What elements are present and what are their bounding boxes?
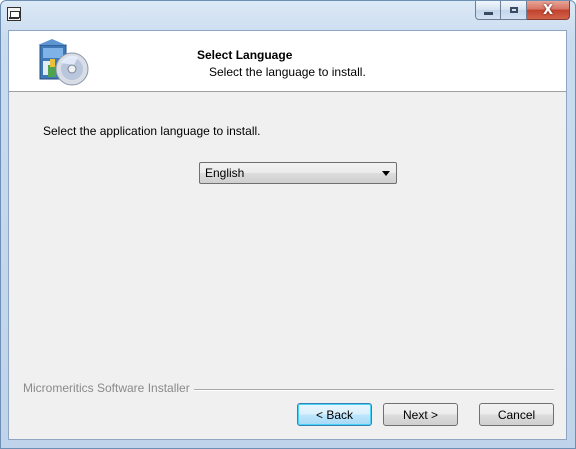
chevron-down-icon[interactable] xyxy=(382,171,390,176)
installer-cd-icon xyxy=(38,39,89,86)
wizard-body: Select Language Select the language to i… xyxy=(8,30,567,440)
title-bar[interactable]: X xyxy=(1,1,575,29)
language-instruction: Select the application language to insta… xyxy=(43,124,261,138)
wizard-header: Select Language Select the language to i… xyxy=(9,31,566,92)
application-icon[interactable] xyxy=(7,7,21,21)
maximize-button[interactable] xyxy=(501,1,527,20)
cancel-button[interactable]: Cancel xyxy=(479,403,554,426)
close-icon: X xyxy=(542,2,554,18)
close-button[interactable]: X xyxy=(527,1,570,20)
page-subtitle: Select the language to install. xyxy=(209,65,366,79)
language-select-value: English xyxy=(205,166,245,180)
installer-brand-label: Micromeritics Software Installer xyxy=(23,381,194,395)
language-select[interactable]: English xyxy=(199,162,397,184)
back-button[interactable]: < Back xyxy=(297,403,372,426)
installer-window: X Select Language Select the language to… xyxy=(0,0,576,449)
minimize-button[interactable] xyxy=(475,1,501,20)
minimize-icon xyxy=(483,11,493,15)
next-button[interactable]: Next > xyxy=(383,403,458,426)
page-title: Select Language xyxy=(197,48,293,62)
maximize-icon xyxy=(509,7,518,13)
caption-buttons: X xyxy=(475,1,570,20)
